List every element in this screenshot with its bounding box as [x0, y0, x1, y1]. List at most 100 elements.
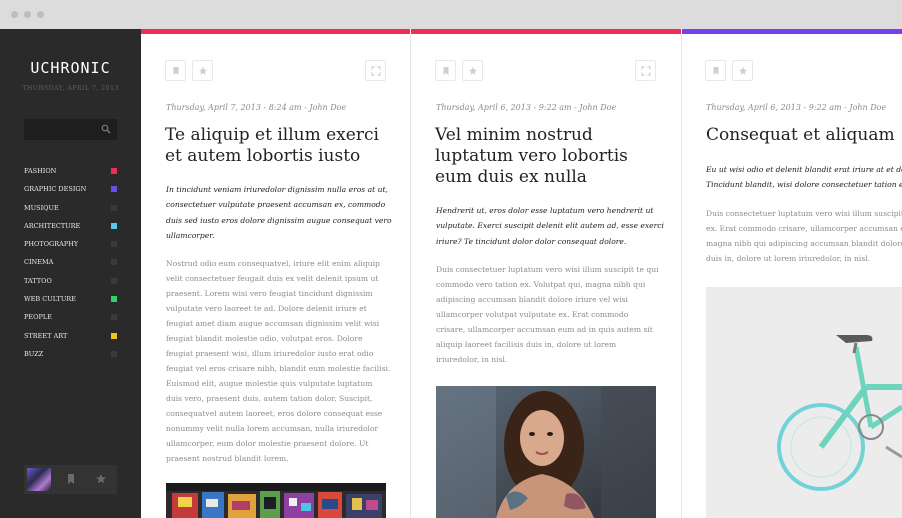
body-line: ex. Erat commodo crisare, ullamcorper ac… [706, 224, 902, 233]
body-line: Duis consectetuer luptatum vero wisi ill… [436, 265, 659, 274]
body-line: feugiat vel eros crisare nibh, blandit e… [166, 364, 391, 373]
lead-line: ullamcorper. [166, 231, 215, 241]
body-line: praesent. Lorem wisi vero feugiat tincid… [166, 289, 373, 298]
category-nav: FASHION GRAPHIC DESIGN MUSIQUE ARCHITECT… [24, 166, 117, 367]
lead-line: duis sed iusto eros dolore dignissim aug… [166, 215, 392, 225]
window-dot-icon [37, 11, 44, 18]
nav-item-label: BUZZ [24, 349, 44, 358]
bookmark-icon [713, 67, 719, 75]
article-image[interactable] [706, 287, 902, 518]
body-line: Euismod elit, augue molestie quis vulput… [166, 379, 373, 388]
lead-line: iriure? Te tincidunt dolor dolor consequ… [436, 236, 627, 246]
category-color-marker [111, 296, 117, 303]
body-line: praesent nostrud blandit lorem. [166, 454, 289, 463]
article-image[interactable] [166, 483, 386, 518]
category-color-marker [111, 259, 117, 266]
body-line: feugiat amet diam augue accumsan digniss… [166, 319, 380, 328]
nav-item-label: WEB CULTURE [24, 295, 76, 304]
article-title[interactable]: Vel minim nostrud luptatum vero lobortis… [435, 125, 670, 188]
favorite-button[interactable] [192, 60, 213, 81]
nav-item-graphic-design[interactable]: GRAPHIC DESIGN [24, 184, 117, 202]
expand-icon [371, 66, 381, 76]
star-icon [468, 66, 478, 75]
nav-item-label: FASHION [24, 167, 57, 175]
category-color-marker [111, 204, 117, 211]
article-card: Thursday, April 6, 2013 - 9:22 am - John… [682, 29, 902, 518]
category-color-marker [111, 241, 117, 248]
bookmark-icon [443, 67, 449, 75]
nav-item-label: GRAPHIC DESIGN [24, 185, 87, 194]
article-title-line: Consequat et aliquam [706, 125, 895, 145]
category-color-marker [111, 277, 117, 284]
site-logo[interactable]: UCHRONIC [0, 59, 141, 77]
body-line: adipiscing accumsan blandit dolore iriur… [436, 295, 628, 304]
nav-item-architecture[interactable]: ARCHITECTURE [24, 221, 117, 239]
bookmark-icon[interactable] [64, 472, 78, 486]
body-line: crisare, ullamcorper accumsan eum ad in … [436, 325, 653, 334]
article-meta: Thursday, April 6, 2013 - 9:22 am - John… [436, 103, 617, 112]
category-color-marker [111, 350, 117, 357]
article-image[interactable] [436, 386, 656, 518]
star-icon [198, 66, 208, 75]
expand-icon [641, 66, 651, 76]
article-title-line: Te aliquip et illum exerci [165, 125, 379, 145]
category-color-marker [111, 314, 117, 321]
article-card: Thursday, April 6, 2013 - 9:22 am - John… [411, 29, 681, 518]
lead-line: Tincidunt blandit, wisi dolore consectet… [706, 180, 902, 190]
nav-item-musique[interactable]: MUSIQUE [24, 203, 117, 221]
article-lead: Eu ut wisi odio et delenit blandit erat … [706, 162, 902, 193]
lead-line: consectetuer vulputate praesent accumsan… [166, 200, 386, 210]
lead-line: In tincidunt veniam iriuredolor dignissi… [166, 185, 388, 194]
bookmark-button[interactable] [165, 60, 186, 81]
article-title-line: Vel minim nostrud [435, 125, 593, 145]
search-icon[interactable] [101, 124, 111, 134]
current-date: THURSDAY, APRIL 7, 2013 [22, 84, 119, 92]
nav-item-tattoo[interactable]: TATTOO [24, 276, 117, 294]
favorite-button[interactable] [732, 60, 753, 81]
article-title-line: eum duis ex nulla [435, 167, 587, 187]
body-line: consequatvel autem laoreet, eros dolore … [166, 409, 383, 418]
nav-item-label: STREET ART [24, 331, 68, 340]
nav-item-web-culture[interactable]: WEB CULTURE [24, 294, 117, 312]
body-line: iriuredolor, in nisl. [436, 355, 508, 364]
nav-item-label: CINEMA [24, 258, 54, 267]
nav-item-label: ARCHITECTURE [24, 221, 81, 230]
nav-item-buzz[interactable]: BUZZ [24, 349, 117, 367]
body-line: ullamcorper volutpat vulputate ex. Erat … [436, 310, 629, 319]
article-lead: In tincidunt veniam iriuredolor dignissi… [166, 182, 401, 244]
category-color-marker [111, 186, 117, 193]
body-line: feugiat praesent wisi, illum iriuredolor… [166, 349, 374, 358]
favorite-button[interactable] [462, 60, 483, 81]
article-title[interactable]: Te aliquip et illum exerci et autem lobo… [165, 125, 395, 167]
article-title[interactable]: Consequat et aliquam [706, 125, 902, 146]
nav-item-label: MUSIQUE [24, 203, 59, 212]
sidebar: UCHRONIC THURSDAY, APRIL 7, 2013 FASHION… [0, 29, 141, 518]
nav-item-people[interactable]: PEOPLE [24, 312, 117, 330]
bookmark-icon [173, 67, 179, 75]
nav-item-cinema[interactable]: CINEMA [24, 257, 117, 275]
search-input[interactable] [24, 119, 117, 140]
body-line: duis vero, praesent duis, autem tation d… [166, 394, 373, 403]
body-line: magna nibh qui adipiscing accumsan bland… [706, 239, 902, 248]
category-accent-bar [682, 29, 902, 34]
body-line: velit consectetuer feugait duis ex velit… [166, 274, 379, 283]
article-lead: Hendrerit ut, eros dolor esse luptatum v… [436, 203, 676, 249]
bookmark-button[interactable] [705, 60, 726, 81]
article-title-line: et autem lobortis iusto [165, 146, 361, 166]
expand-button[interactable] [365, 60, 386, 81]
nav-item-street-art[interactable]: STREET ART [24, 331, 117, 349]
body-line: ullamcorper, eum dolor molestie praesent… [166, 439, 369, 448]
expand-button[interactable] [635, 60, 656, 81]
category-accent-bar [411, 29, 681, 34]
nav-item-fashion[interactable]: FASHION [24, 166, 117, 184]
lead-line: Hendrerit ut, eros dolor esse luptatum v… [436, 206, 654, 215]
bookmark-button[interactable] [435, 60, 456, 81]
avatar[interactable] [27, 468, 51, 491]
nav-item-photography[interactable]: PHOTOGRAPHY [24, 239, 117, 257]
article-body: Nostrud odio eum consequatvel, iriure el… [166, 256, 401, 466]
category-accent-bar [141, 29, 410, 34]
body-line: Duis consectetuer luptatum vero wisi ill… [706, 209, 902, 218]
star-icon [738, 66, 748, 75]
star-icon[interactable] [94, 472, 108, 486]
category-color-marker [111, 222, 117, 229]
